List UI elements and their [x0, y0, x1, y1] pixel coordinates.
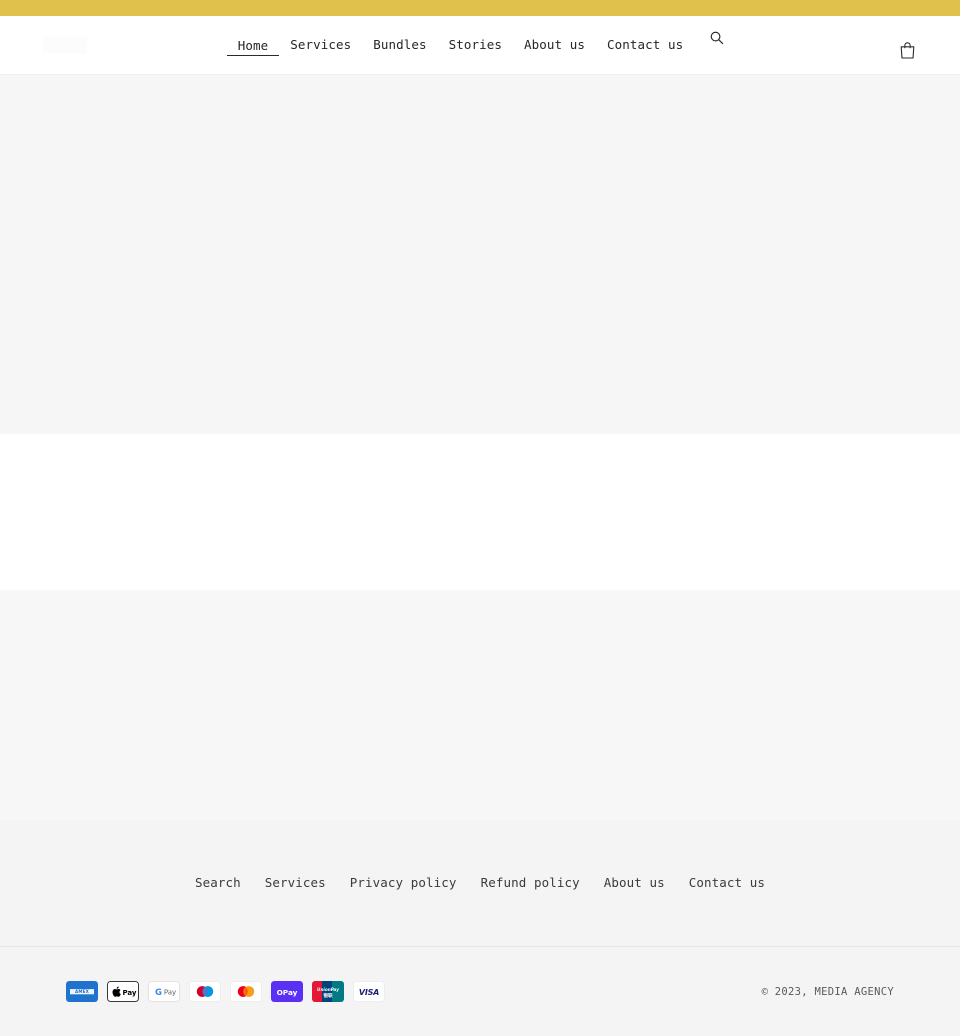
payment-methods-list: AMEX Pay G Pay OPay UnionPay 银联 VISA: [66, 981, 385, 1002]
svg-text:VISA: VISA: [359, 988, 379, 997]
svg-text:Pay: Pay: [122, 989, 136, 997]
copyright-text: © 2023, MEDIA AGENCY: [761, 985, 894, 998]
cart-button[interactable]: [895, 37, 920, 64]
svg-text:OPay: OPay: [277, 988, 298, 997]
maestro-icon: [189, 981, 221, 1002]
nav-link-about-us[interactable]: About us: [513, 33, 596, 58]
footer-bottom-bar: AMEX Pay G Pay OPay UnionPay 银联 VISA © 2023, ME…: [0, 946, 960, 1036]
main-navigation: Home Services Bundles Stories About us Contac…: [226, 33, 695, 58]
svg-text:AMEX: AMEX: [75, 989, 90, 994]
footer-link-privacy-policy[interactable]: Privacy policy: [338, 871, 469, 896]
visa-icon: VISA: [353, 981, 385, 1002]
union-pay-icon: UnionPay 银联: [312, 981, 344, 1002]
footer-link-refund-policy[interactable]: Refund policy: [469, 871, 592, 896]
nav-link-stories[interactable]: Stories: [438, 33, 513, 58]
site-footer: Search Services Privacy policy Refund polic…: [0, 820, 960, 1036]
nav-link-home[interactable]: Home: [226, 34, 280, 56]
footer-navigation: Search Services Privacy policy Refund polic…: [183, 871, 777, 896]
site-header: MEDIA AGENCY HomeServicesBundlesStoriesA…: [0, 16, 960, 74]
svg-text:UnionPay: UnionPay: [317, 987, 339, 992]
footer-link-about-us[interactable]: About us: [592, 871, 677, 896]
nav-link-bundles[interactable]: Bundles: [362, 33, 437, 58]
content-section: [0, 434, 960, 590]
amex-icon: AMEX: [66, 981, 98, 1002]
mastercard-icon: [230, 981, 262, 1002]
nav-link-services[interactable]: Services: [279, 33, 362, 58]
svg-text:G: G: [155, 988, 162, 998]
google-pay-icon: G Pay: [148, 981, 180, 1002]
search-button[interactable]: [701, 26, 733, 50]
footer-link-contact-us[interactable]: Contact us: [677, 871, 777, 896]
header-nav-wrapper: Home Services Bundles Stories About us Contac…: [0, 16, 960, 74]
nav-link-contact-us[interactable]: Contact us: [596, 33, 694, 58]
page-root: MEDIA AGENCY HomeServicesBundlesStoriesA…: [0, 0, 960, 1036]
search-icon: [709, 30, 725, 46]
shopping-bag-icon: [899, 41, 916, 60]
announcement-bar: [0, 0, 960, 16]
footer-links-row: Search Services Privacy policy Refund polic…: [0, 820, 960, 946]
svg-text:Pay: Pay: [164, 989, 176, 997]
promo-section: [0, 590, 960, 820]
footer-link-services[interactable]: Services: [253, 871, 338, 896]
svg-text:银联: 银联: [322, 992, 333, 999]
footer-link-search[interactable]: Search: [183, 871, 253, 896]
apple-pay-icon: Pay: [107, 981, 139, 1002]
hero-section: [0, 74, 960, 434]
shop-pay-icon: OPay: [271, 981, 303, 1002]
